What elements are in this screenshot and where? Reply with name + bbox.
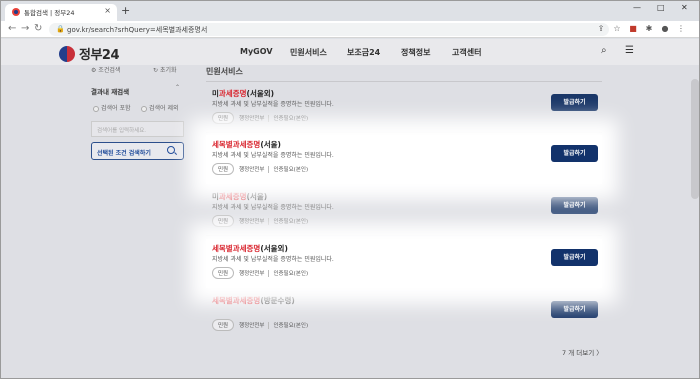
result-meta: 민원 행정안전부 인증필요(본인) bbox=[212, 319, 308, 331]
result-description: 지방세 과세 및 납부실적을 증명하는 민원입니다. bbox=[212, 204, 334, 211]
profile-icon[interactable]: ● bbox=[660, 24, 670, 34]
search-icon[interactable]: ⌕ bbox=[601, 45, 607, 56]
close-window-button[interactable]: ✕ bbox=[681, 3, 688, 12]
gov24-favicon-icon bbox=[12, 8, 20, 16]
issue-button[interactable]: 발급하기 bbox=[551, 249, 598, 266]
forward-icon[interactable]: → bbox=[21, 23, 29, 34]
filter-panel: ⚙ 조건검색 ↻ 초기화 결과내 재검색 ⌃ 검색어 포함 검색어 제외 검색어… bbox=[91, 65, 191, 205]
reload-icon[interactable]: ↻ bbox=[34, 23, 42, 34]
nav-subsidy[interactable]: 보조금24 bbox=[347, 47, 380, 58]
nav-mygov[interactable]: MyGOV bbox=[240, 47, 273, 56]
magnifier-icon bbox=[167, 146, 175, 154]
result-description: 지방세 과세 및 납부실적을 증명하는 민원입니다. bbox=[212, 256, 334, 263]
tab-strip: 통합검색 | 정부24 × + — □ ✕ bbox=[1, 1, 699, 21]
exclude-keyword-radio[interactable]: 검색어 제외 bbox=[141, 103, 179, 112]
nav-policy[interactable]: 정책정보 bbox=[401, 47, 430, 58]
puzzle-icon[interactable]: ✱ bbox=[644, 24, 654, 34]
result-description: 지방세 과세 및 납부실적을 증명하는 민원입니다. bbox=[212, 152, 334, 159]
tab-title: 통합검색 | 정부24 bbox=[24, 9, 75, 17]
result-card-highlighted: 세목별과세증명(서울) 지방세 과세 및 납부실적을 증명하는 민원입니다. 민… bbox=[206, 135, 602, 184]
result-title[interactable]: 세목별과세증명(서울) bbox=[212, 139, 281, 150]
share-icon[interactable]: ⇪ bbox=[596, 24, 606, 34]
issue-button[interactable]: 발급하기 bbox=[551, 197, 598, 214]
reset-button[interactable]: ↻ 초기화 bbox=[153, 65, 177, 74]
include-keyword-radio[interactable]: 검색어 포함 bbox=[93, 103, 131, 112]
issue-button[interactable]: 발급하기 bbox=[551, 145, 598, 162]
site-logo[interactable]: 정부24 bbox=[59, 44, 120, 63]
browser-toolbar: ← → ↻ 🔒 gov.kr/search?srhQuery=세목별과세증명서 … bbox=[1, 21, 699, 38]
chevron-up-icon[interactable]: ⌃ bbox=[175, 84, 180, 91]
result-title[interactable]: 미과세증명(서울외) bbox=[212, 88, 274, 99]
menu-icon[interactable]: ☰ bbox=[625, 45, 634, 56]
bookmark-star-icon[interactable]: ☆ bbox=[612, 24, 622, 34]
url-text: gov.kr/search?srhQuery=세목별과세증명서 bbox=[67, 26, 208, 34]
extension-icon[interactable]: ■ bbox=[628, 24, 638, 34]
lock-icon: 🔒 bbox=[56, 25, 65, 33]
back-icon[interactable]: ← bbox=[8, 23, 16, 34]
apply-conditions-button[interactable]: 선택된 조건 검색하기 bbox=[91, 142, 184, 160]
show-more-link[interactable]: 7 개 더보기 〉 bbox=[562, 347, 603, 357]
nav-customer-center[interactable]: 고객센터 bbox=[452, 47, 481, 58]
result-title[interactable]: 세목별과세증명(서울외) bbox=[212, 243, 288, 254]
nav-civil-service[interactable]: 민원서비스 bbox=[290, 47, 327, 58]
minimize-button[interactable]: — bbox=[633, 3, 641, 12]
close-tab-icon[interactable]: × bbox=[104, 6, 111, 15]
result-card: 미과세증명(서울) 지방세 과세 및 납부실적을 증명하는 민원입니다. 민원 행… bbox=[206, 187, 602, 236]
section-divider bbox=[206, 81, 602, 82]
page-viewport: 정부24 MyGOV 민원서비스 보조금24 정책정보 고객센터 ⌕ ☰ ⚙ 조… bbox=[1, 39, 699, 378]
refine-search-input[interactable]: 검색어를 입력하세요. bbox=[91, 121, 184, 137]
condition-search-tab[interactable]: ⚙ 조건검색 bbox=[91, 65, 120, 74]
result-meta: 민원 행정안전부 인증필요(본인) bbox=[212, 163, 308, 175]
browser-window: 통합검색 | 정부24 × + — □ ✕ ← → ↻ 🔒 gov.kr/sea… bbox=[0, 0, 700, 379]
issue-button[interactable]: 발급하기 bbox=[551, 94, 598, 111]
result-meta: 민원 행정안전부 인증필요(본인) bbox=[212, 215, 308, 227]
result-card: 세목별과세증명(방문수령) 민원 행정안전부 인증필요(본인) 발급하기 bbox=[206, 291, 602, 340]
address-bar[interactable]: 🔒 gov.kr/search?srhQuery=세목별과세증명서 bbox=[49, 23, 609, 36]
scrollbar[interactable] bbox=[691, 79, 699, 199]
result-description: 지방세 과세 및 납부실적을 증명하는 민원입니다. bbox=[212, 101, 334, 108]
result-meta: 민원 행정안전부 인증필요(본인) bbox=[212, 112, 308, 124]
result-card-highlighted: 세목별과세증명(서울외) 지방세 과세 및 납부실적을 증명하는 민원입니다. … bbox=[206, 239, 602, 288]
issue-button[interactable]: 발급하기 bbox=[551, 301, 598, 318]
site-header: 정부24 MyGOV 민원서비스 보조금24 정책정보 고객센터 ⌕ ☰ bbox=[1, 39, 699, 65]
section-title: 민원서비스 bbox=[206, 67, 243, 76]
kebab-menu-icon[interactable]: ⋮ bbox=[676, 24, 686, 34]
taegeuk-logo-icon bbox=[59, 45, 75, 62]
result-title[interactable]: 세목별과세증명(방문수령) bbox=[212, 295, 295, 306]
refine-search-title: 결과내 재검색 bbox=[91, 88, 130, 96]
result-title[interactable]: 미과세증명(서울) bbox=[212, 191, 267, 202]
maximize-button[interactable]: □ bbox=[657, 3, 665, 12]
result-card: 미과세증명(서울외) 지방세 과세 및 납부실적을 증명하는 민원입니다. 민원… bbox=[206, 84, 602, 133]
result-meta: 민원 행정안전부 인증필요(본인) bbox=[212, 267, 308, 279]
new-tab-button[interactable]: + bbox=[121, 4, 130, 17]
browser-tab[interactable]: 통합검색 | 정부24 × bbox=[5, 4, 117, 21]
